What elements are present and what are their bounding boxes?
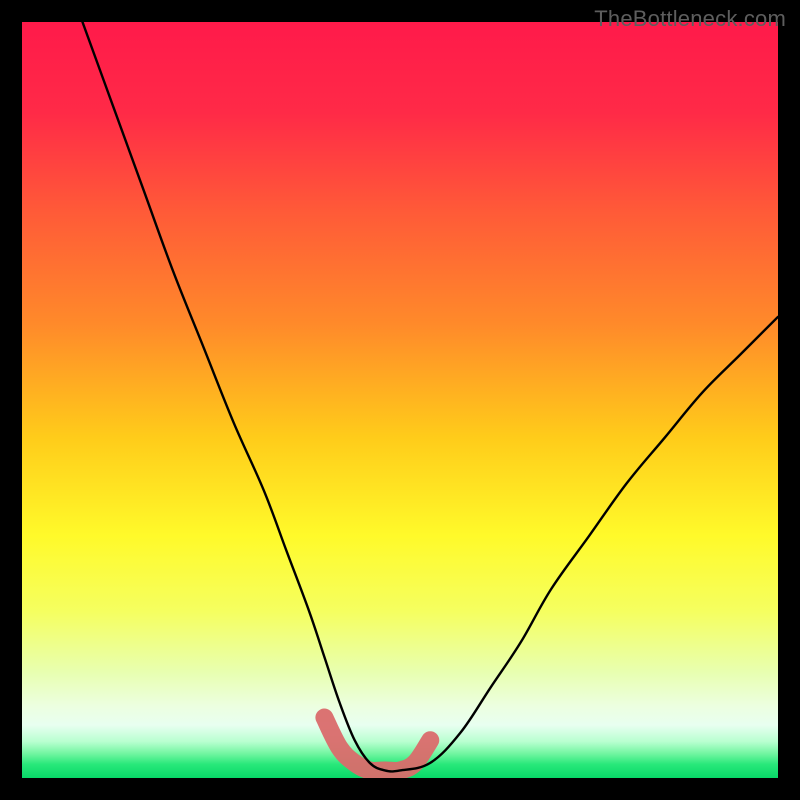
plot-area [22, 22, 778, 778]
bottleneck-chart [22, 22, 778, 778]
chart-frame: TheBottleneck.com [0, 0, 800, 800]
watermark-text: TheBottleneck.com [594, 6, 786, 32]
gradient-background [22, 22, 778, 778]
